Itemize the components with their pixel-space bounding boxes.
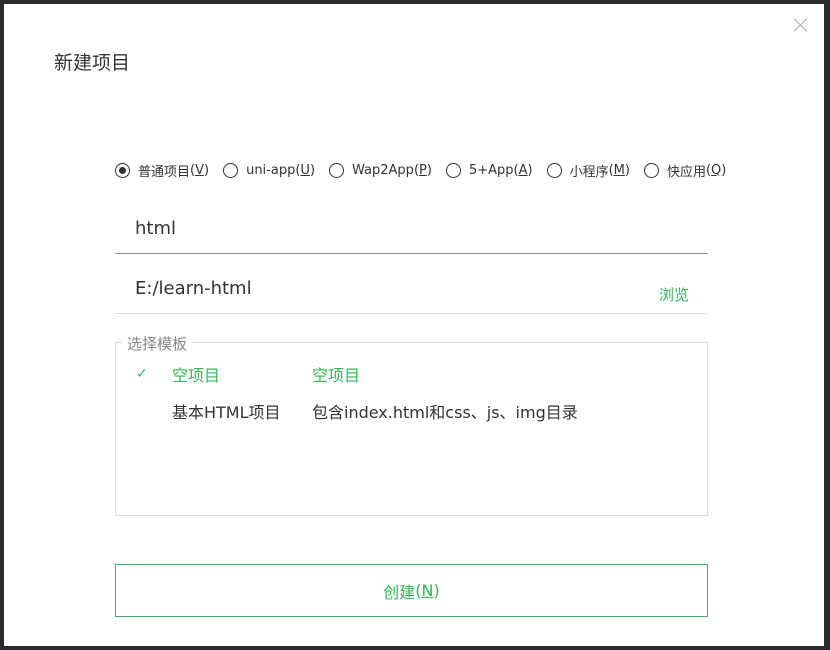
radio-shortcut: V — [195, 163, 204, 178]
template-name: 空项目 — [172, 366, 221, 385]
radio-circle[interactable] — [546, 163, 562, 178]
radio-project-type[interactable]: uni-app(U) — [223, 161, 315, 180]
radio-label: uni-app — [246, 163, 296, 178]
radio-label: 5+App — [468, 163, 514, 178]
template-item[interactable]: 基本HTML项目 包含index.html和css、js、img目录 — [116, 396, 707, 426]
radio-project-type[interactable]: 小程序(M) — [546, 161, 630, 180]
template-name: 基本HTML项目 — [172, 403, 281, 422]
create-shortcut: N — [421, 581, 434, 600]
radio-shortcut: M — [613, 163, 625, 178]
radio-circle[interactable] — [643, 163, 659, 178]
radio-label: 快应用 — [666, 165, 706, 180]
radio-project-type[interactable]: Wap2App(P) — [329, 161, 432, 180]
radio-shortcut: P — [419, 163, 427, 178]
radio-label: Wap2App — [352, 163, 414, 178]
radio-project-type[interactable]: 5+App(A) — [445, 161, 533, 180]
browse-button[interactable]: 浏览 — [659, 284, 689, 305]
template-item[interactable]: ✓ 空项目 空项目 — [116, 359, 707, 389]
template-list: ✓ 空项目 空项目基本HTML项目 包含index.html和css、js、img目录 — [115, 342, 708, 516]
check-icon: ✓ — [136, 366, 148, 382]
radio-shortcut: Q — [711, 163, 722, 178]
radio-label: 普通项目 — [138, 165, 191, 180]
radio-circle[interactable] — [329, 163, 345, 178]
radio-project-type[interactable]: 快应用(Q) — [643, 161, 726, 180]
radio-circle[interactable] — [115, 163, 130, 178]
project-type-group: 普通项目(V) uni-app(U) Wap2App(P) 5+App(A) 小程序(M… — [115, 161, 740, 180]
dialog-title: 新建项目 — [54, 52, 131, 74]
project-path-input[interactable]: E:/learn-html — [115, 264, 708, 314]
radio-circle[interactable] — [445, 163, 461, 178]
radio-shortcut: U — [300, 163, 310, 178]
template-desc: 空项目 — [312, 366, 361, 385]
new-project-dialog: 新建项目 普通项目(V) uni-app(U) Wap2App(P) 5+App(A)… — [4, 4, 824, 646]
radio-project-type[interactable]: 普通项目(V) — [115, 161, 209, 180]
close-icon[interactable] — [792, 16, 810, 34]
create-button[interactable]: 创建(N) — [115, 564, 708, 617]
radio-label: 小程序 — [569, 165, 609, 180]
radio-shortcut: A — [518, 163, 528, 178]
radio-circle[interactable] — [223, 163, 239, 178]
template-desc: 包含index.html和css、js、img目录 — [312, 403, 578, 422]
create-label: 创建 — [383, 582, 416, 602]
project-name-input[interactable]: html — [115, 204, 708, 254]
template-legend: 选择模板 — [122, 333, 193, 354]
